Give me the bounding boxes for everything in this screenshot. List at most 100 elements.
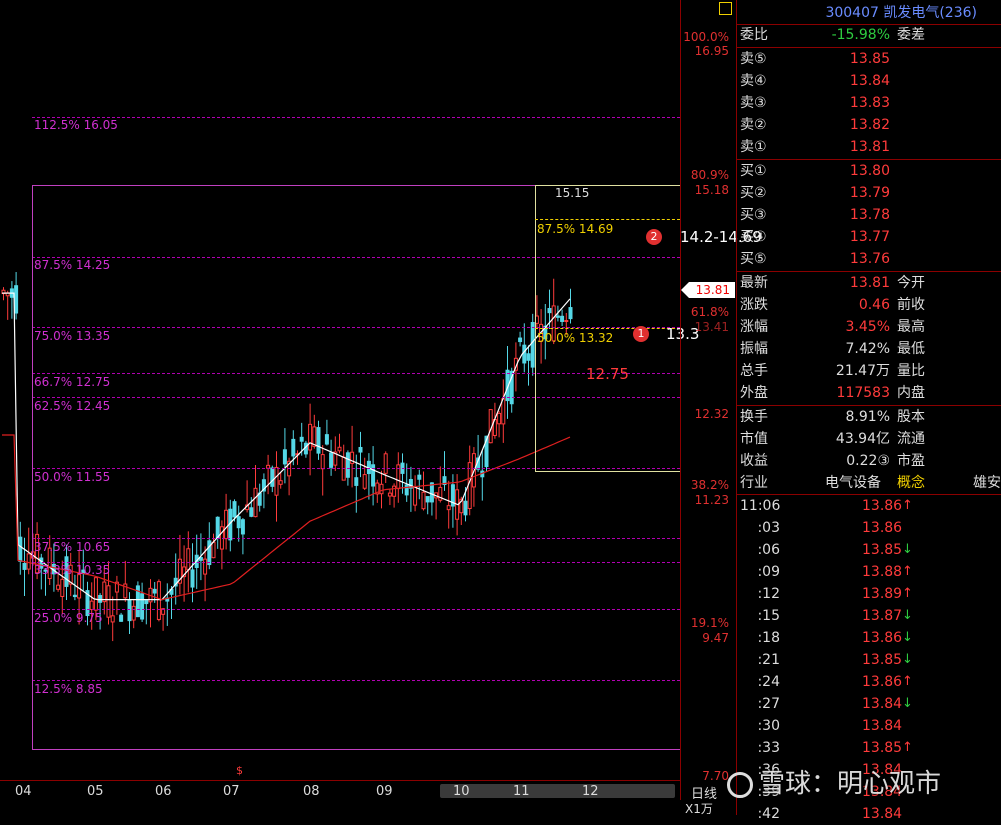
candle-body xyxy=(404,484,409,496)
weibi-value: -15.98% xyxy=(831,27,890,43)
candle-body xyxy=(358,446,363,453)
stat-value: 8.91% xyxy=(845,409,890,425)
sell-row[interactable]: 卖① 13.81 xyxy=(737,136,1001,158)
candle-body xyxy=(345,452,350,478)
candle-body xyxy=(249,507,254,517)
tick-arrow-icon: ↑ xyxy=(902,564,913,579)
candle-body xyxy=(530,322,535,368)
month-label: 05 xyxy=(87,784,104,799)
candle-body xyxy=(98,595,103,603)
time-axis[interactable]: 04 05 06 07 08 09 10 11 12 xyxy=(0,780,680,801)
candle-body xyxy=(308,423,313,451)
scroll-thumb[interactable] xyxy=(440,784,675,798)
buy-label: 买⑤ xyxy=(740,251,767,267)
tick-price: 13.84 xyxy=(862,806,903,822)
stat-row: 换手 8.91% 股本 xyxy=(737,406,1001,428)
tick-time: :27 xyxy=(757,696,780,712)
stock-code: 300407 xyxy=(825,5,879,21)
stat-row: 总手 21.47万 量比 xyxy=(737,360,1001,382)
candle-body xyxy=(320,454,325,470)
stat-label2: 前收 xyxy=(897,297,925,313)
tick-arrow-icon: ↓ xyxy=(902,608,913,623)
tick-arrow-icon: ↑ xyxy=(902,498,913,513)
tick-price: 13.86 xyxy=(862,630,903,646)
fib-line-375 xyxy=(32,538,680,539)
inner-fib-top-label: 15.15 xyxy=(555,186,590,200)
axis-label: 38.2% xyxy=(690,478,729,492)
industry-row[interactable]: 行业 电气设备 概念 雄安 xyxy=(737,472,1001,494)
kline-chart[interactable]: 112.5% 16.05 87.5% 14.25 75.0% 13.35 66.… xyxy=(0,0,762,780)
buy-price: 13.80 xyxy=(849,163,890,179)
sell-price: 13.84 xyxy=(849,73,890,89)
buy-row[interactable]: 买③ 13.78 xyxy=(737,204,1001,226)
buy-price: 13.76 xyxy=(849,251,890,267)
weibi-row: 委比 -15.98% 委差 xyxy=(737,24,1001,46)
fib-line-333 xyxy=(32,562,680,563)
tick-row: :09 13.88 ↑ xyxy=(737,561,1001,583)
tick-row: :42 13.84 xyxy=(737,803,1001,825)
axis-label: 15.18 xyxy=(694,183,729,197)
candle-body xyxy=(463,500,468,516)
candle-body xyxy=(560,315,565,322)
tick-time: :18 xyxy=(757,630,780,646)
fib-line-875 xyxy=(32,257,680,258)
axis-label: 7.70 xyxy=(702,769,729,783)
weichai-label: 委差 xyxy=(897,27,925,43)
tick-time: :12 xyxy=(757,586,780,602)
stat-value: 0.22③ xyxy=(846,453,890,469)
stat-value: 21.47万 xyxy=(835,363,890,379)
candle-body xyxy=(299,436,304,442)
tick-price: 13.85 xyxy=(862,652,903,668)
sell-price: 13.85 xyxy=(849,51,890,67)
inner-fib-875-line xyxy=(535,219,680,220)
axis-label: 13.41 xyxy=(694,320,729,334)
buy-row[interactable]: 买① 13.80 xyxy=(737,160,1001,182)
candle-body xyxy=(56,584,61,590)
tick-price: 13.84 xyxy=(862,718,903,734)
stat-label: 涨跌 xyxy=(740,297,768,313)
axis-label: 80.9% xyxy=(690,168,729,182)
tick-row: :03 13.86 xyxy=(737,517,1001,539)
axis-label: 100.0% xyxy=(683,30,729,44)
tick-price: 13.85 xyxy=(862,542,903,558)
stat-label: 总手 xyxy=(740,363,768,379)
candle-body xyxy=(379,483,384,495)
candle-body xyxy=(324,434,329,445)
tick-time: :33 xyxy=(757,740,780,756)
snowball-logo-icon xyxy=(727,771,753,798)
tick-row: :06 13.85 ↓ xyxy=(737,539,1001,561)
fib-label-50: 50.0% 11.55 xyxy=(34,470,111,484)
sell-row[interactable]: 卖⑤ 13.85 xyxy=(737,48,1001,70)
sell-row[interactable]: 卖③ 13.83 xyxy=(737,92,1001,114)
tick-row: :27 13.84 ↓ xyxy=(737,693,1001,715)
sell-row[interactable]: 卖② 13.82 xyxy=(737,114,1001,136)
candle-body xyxy=(102,581,107,603)
sell-price: 13.82 xyxy=(849,117,890,133)
stat-label2: 最高 xyxy=(897,319,925,335)
tick-price: 13.86 xyxy=(862,674,903,690)
concept-label[interactable]: 概念 xyxy=(897,472,925,494)
fib-label-25: 25.0% 9.75 xyxy=(34,611,103,625)
candle-body xyxy=(18,536,23,562)
toggle-icon[interactable] xyxy=(719,2,732,15)
tick-row: :24 13.86 ↑ xyxy=(737,671,1001,693)
tick-row: :15 13.87 ↓ xyxy=(737,605,1001,627)
tick-time: :21 xyxy=(757,652,780,668)
buy-row[interactable]: 买② 13.79 xyxy=(737,182,1001,204)
industry-value[interactable]: 电气设备 xyxy=(825,472,881,494)
sell-label: 卖② xyxy=(740,117,767,133)
buy-row[interactable]: 买④ 13.77 xyxy=(737,226,1001,248)
fib-frame-bottom xyxy=(32,749,680,750)
tick-row: 11:06 13.86 ↑ xyxy=(737,495,1001,517)
stat-label2: 市盈 xyxy=(897,453,925,469)
axis-label: 19.1% xyxy=(690,616,729,630)
tick-time: :15 xyxy=(757,608,780,624)
buy-row[interactable]: 买⑤ 13.76 xyxy=(737,248,1001,270)
month-label: 12 xyxy=(582,784,599,799)
sell-row[interactable]: 卖④ 13.84 xyxy=(737,70,1001,92)
month-label: 07 xyxy=(223,784,240,799)
candle-body xyxy=(236,516,241,529)
tick-price: 13.89 xyxy=(862,586,903,602)
fib-line-125 xyxy=(32,680,680,681)
candle-body xyxy=(22,562,27,570)
